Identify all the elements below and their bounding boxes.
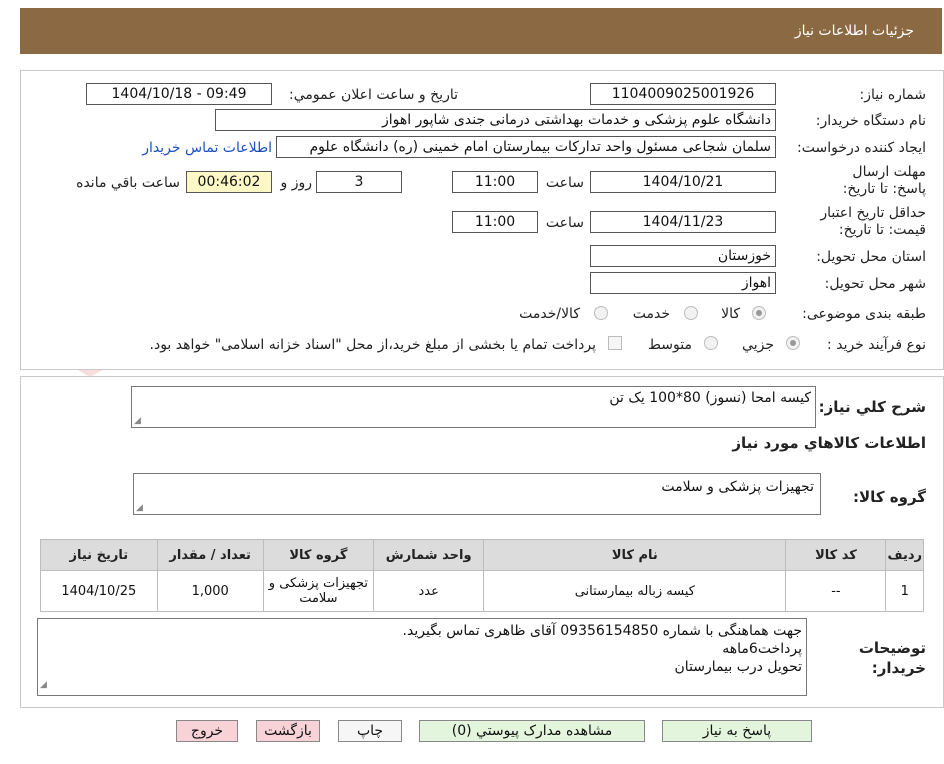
view-attachments-button[interactable]: مشاهده مدارک پیوستي (0) [419, 720, 645, 742]
buyer-note-line: پرداخت6ماهه [722, 641, 802, 657]
summary-label: شرح کلي نیاز: [818, 398, 926, 416]
cell-row-number: 1 [885, 570, 924, 612]
resize-grip-icon: ◢ [40, 680, 47, 690]
goods-group-textarea[interactable]: تجهیزات پزشکی و سلامت ◢ [133, 473, 821, 515]
table-header-row: ردیف کد کالا نام کالا واحد شمارش گروه کا… [40, 539, 924, 571]
category-radio-service[interactable] [684, 306, 698, 320]
goods-group-label: گروه کالا: [853, 488, 926, 506]
requester-field: سلمان شجاعی مسئول واحد تدارکات بیمارستان… [276, 136, 776, 158]
summary-text: کیسه امحا (نسوز) 80*100 یک تن [609, 390, 811, 406]
process-option-medium: متوسط [648, 337, 692, 353]
process-radio-medium[interactable] [704, 336, 718, 350]
category-option-goods-service: کالا/خدمت [519, 306, 580, 322]
category-option-goods: کالا [721, 306, 740, 322]
page-header: جزئیات اطلاعات نیاز [20, 8, 942, 54]
city-field: اهواز [590, 272, 776, 294]
treasury-payment-checkbox[interactable] [608, 336, 622, 350]
validity-label: حداقل تاریخ اعتبار قیمت: تا تاریخ: [820, 205, 926, 238]
remaining-time-label: ساعت باقي مانده [76, 175, 180, 191]
announce-datetime-label: تاریخ و ساعت اعلان عمومي: [289, 87, 458, 103]
deadline-time-label: ساعت [545, 175, 584, 191]
deadline-label: مهلت ارسال پاسخ: تا تاریخ: [842, 164, 926, 197]
print-button[interactable]: چاپ [338, 720, 402, 742]
category-radio-goods[interactable] [752, 306, 766, 320]
deadline-time-field: 11:00 [452, 171, 538, 193]
process-label: نوع فرآیند خرید : [827, 337, 926, 353]
summary-textarea[interactable]: کیسه امحا (نسوز) 80*100 یک تن ◢ [131, 386, 816, 428]
col-header-group: گروه کالا [262, 539, 375, 571]
category-option-service: خدمت [632, 306, 670, 322]
col-header-code: کد کالا [785, 539, 887, 571]
need-number-label: شماره نیاز: [859, 87, 927, 103]
cell-unit: عدد [372, 570, 485, 612]
process-option-minor: جزیي [742, 337, 774, 353]
buyer-org-field: دانشگاه علوم پزشکی و خدمات بهداشتی درمان… [215, 109, 776, 131]
col-header-quantity: تعداد / مقدار [156, 539, 264, 571]
days-label: روز و [280, 175, 313, 191]
buyer-notes-label: توضیحات خریدار: [858, 639, 926, 677]
process-radio-minor[interactable] [786, 336, 800, 350]
exit-button[interactable]: خروج [176, 720, 238, 742]
validity-time-field: 11:00 [452, 211, 538, 233]
page-title: جزئیات اطلاعات نیاز [794, 23, 914, 39]
buyer-contact-link[interactable]: اطلاعات تماس خریدار [142, 140, 272, 156]
buyer-note-line: جهت هماهنگی با شماره 09356154850 آقای ظا… [402, 623, 802, 639]
category-label: طبقه بندی موضوعی: [802, 306, 926, 322]
province-field: خوزستان [590, 245, 776, 267]
cell-need-date: 1404/10/25 [40, 570, 158, 612]
city-label: شهر محل تحویل: [824, 276, 926, 292]
category-radio-goods-service[interactable] [594, 306, 608, 320]
col-header-need-date: تاریخ نیاز [40, 539, 158, 571]
cell-quantity: 1,000 [156, 570, 264, 612]
col-header-unit: واحد شمارش [372, 539, 485, 571]
goods-info-title: اطلاعات کالاهاي مورد نیاز [732, 434, 926, 452]
cell-group: تجهیزات پزشکی و سلامت [262, 570, 375, 612]
col-header-name: نام کالا [483, 539, 787, 571]
province-label: استان محل تحویل: [816, 249, 926, 265]
validity-time-label: ساعت [545, 215, 584, 231]
resize-grip-icon: ◢ [136, 503, 143, 513]
table-row: 1 -- کیسه زباله بیمارستانی عدد تجهیزات پ… [40, 570, 924, 612]
buyer-note-line: تحویل درب بیمارستان [674, 659, 802, 675]
requester-label: ایجاد کننده درخواست: [797, 140, 926, 156]
buyer-org-label: نام دستگاه خریدار: [815, 113, 926, 129]
resize-grip-icon: ◢ [134, 416, 141, 426]
days-field: 3 [316, 171, 402, 193]
goods-table: ردیف کد کالا نام کالا واحد شمارش گروه کا… [40, 539, 924, 612]
cell-code: -- [785, 570, 887, 612]
announce-datetime-field: 1404/10/18 - 09:49 [86, 83, 272, 105]
need-number-field: 1104009025001926 [590, 83, 776, 105]
treasury-payment-note: پرداخت تمام یا بخشی از مبلغ خرید،از محل … [149, 337, 596, 353]
goods-group-text: تجهیزات پزشکی و سلامت [661, 479, 814, 495]
reply-button[interactable]: پاسخ به نیاز [662, 720, 812, 742]
col-header-row-number: ردیف [885, 539, 924, 571]
deadline-date-field: 1404/10/21 [590, 171, 776, 193]
buyer-notes-textarea[interactable]: جهت هماهنگی با شماره 09356154850 آقای ظا… [37, 618, 807, 696]
remaining-time-field: 00:46:02 [186, 171, 272, 193]
validity-date-field: 1404/11/23 [590, 211, 776, 233]
cell-name: کیسه زباله بیمارستانی [483, 570, 787, 612]
back-button[interactable]: بازگشت [256, 720, 320, 742]
